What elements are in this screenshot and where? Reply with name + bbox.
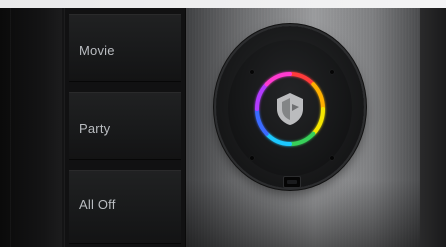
led-ring-segment <box>311 107 325 136</box>
screw-icon <box>250 156 254 160</box>
scene: Movie Party All Off <box>0 0 446 247</box>
led-ring-segment <box>255 82 269 111</box>
screw-icon <box>330 156 334 160</box>
keypad-button-label: All Off <box>79 197 116 212</box>
keypad-button-party[interactable]: Party <box>69 92 181 160</box>
shield-logo-icon <box>277 93 303 125</box>
keypad-button-label: Party <box>79 121 111 136</box>
led-ring-segment <box>311 82 325 111</box>
plate-shadow <box>186 180 420 247</box>
keypad-button-label: Movie <box>79 43 115 58</box>
ir-sensor <box>283 176 301 188</box>
led-ring-segment <box>288 131 316 146</box>
led-ring-segment <box>264 131 292 146</box>
right-edge <box>420 8 446 247</box>
keypad-button-all-off[interactable]: All Off <box>69 170 181 244</box>
left-bezel <box>0 8 62 247</box>
wall-trim <box>0 0 446 8</box>
keypad-panel: Movie Party All Off <box>64 8 186 247</box>
led-ring-segment <box>288 72 316 87</box>
led-ring-segment <box>264 72 292 87</box>
keypad-button-movie[interactable]: Movie <box>69 14 181 82</box>
led-ring-segment <box>255 107 269 136</box>
